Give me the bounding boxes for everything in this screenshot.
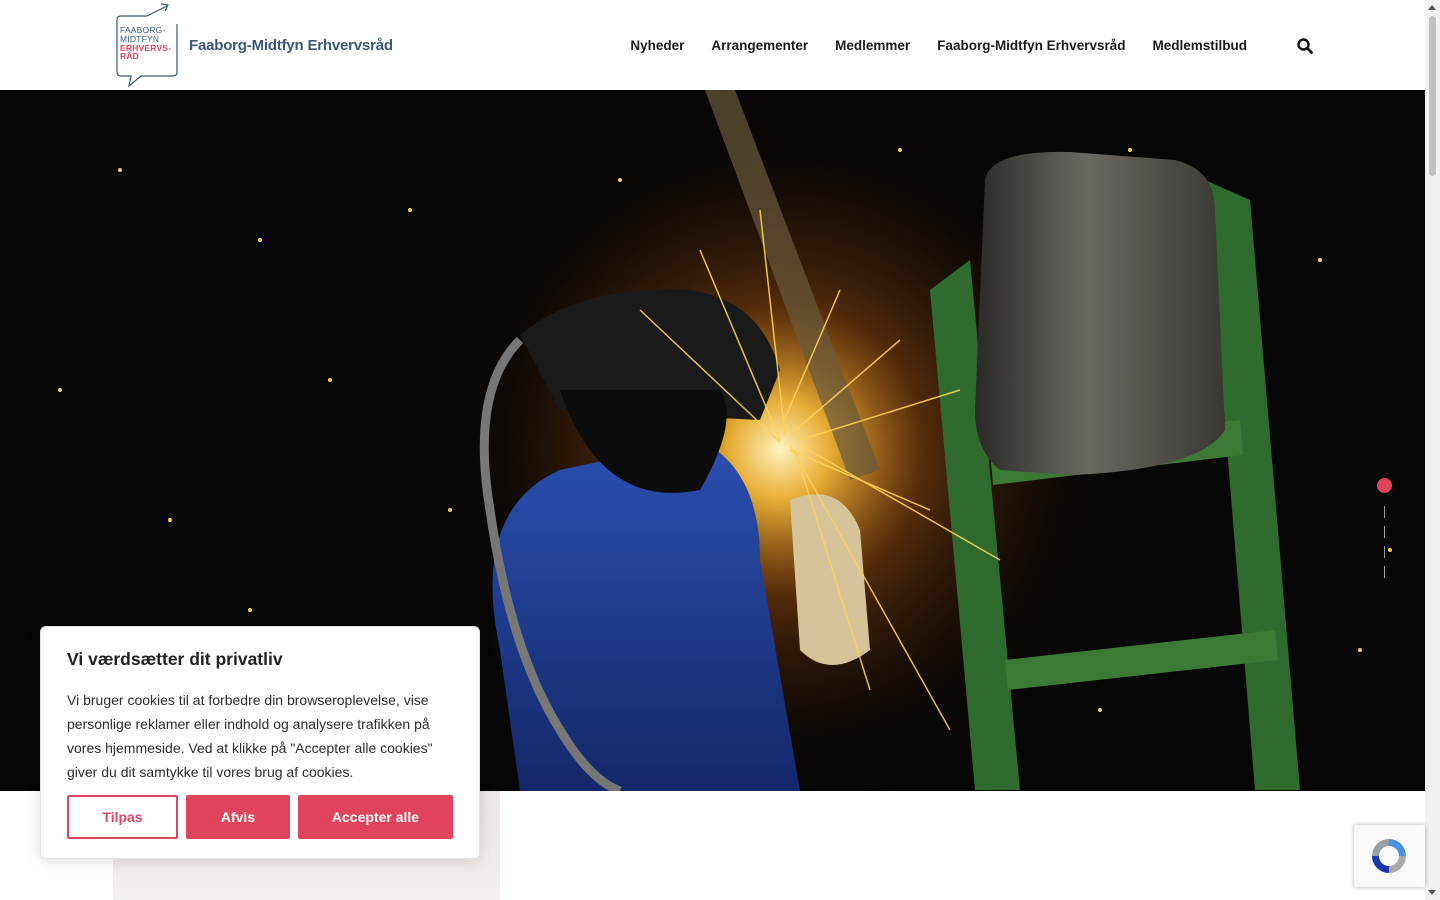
scroll-down-arrow-icon[interactable]	[1428, 890, 1436, 895]
nav-item-medlemmer[interactable]: Medlemmer	[835, 38, 910, 53]
nav-item-nyheder[interactable]: Nyheder	[630, 38, 684, 53]
customize-button[interactable]: Tilpas	[67, 795, 178, 839]
site-logo[interactable]: FAABORG- MIDTFYN ERHVERVS- RÅD Faaborg-M…	[113, 2, 393, 88]
slider-dot[interactable]	[1384, 566, 1385, 578]
slider-pagination	[1377, 478, 1393, 588]
page-scrollbar[interactable]	[1425, 0, 1440, 900]
reject-button[interactable]: Afvis	[186, 795, 290, 839]
slider-dot-active[interactable]	[1377, 478, 1392, 493]
accept-all-button[interactable]: Accepter alle	[298, 795, 453, 839]
site-header: FAABORG- MIDTFYN ERHVERVS- RÅD Faaborg-M…	[0, 0, 1425, 90]
slider-dot[interactable]	[1384, 506, 1385, 518]
nav-item-erhvervsraad[interactable]: Faaborg-Midtfyn Erhvervsråd	[937, 38, 1125, 53]
nav-item-arrangementer[interactable]: Arrangementer	[711, 38, 808, 53]
site-name[interactable]: Faaborg-Midtfyn Erhvervsråd	[189, 37, 393, 54]
logo-line: RÅD	[120, 51, 140, 62]
search-icon[interactable]	[1296, 37, 1314, 55]
nav-item-medlemstilbud[interactable]: Medlemstilbud	[1152, 38, 1247, 53]
scroll-thumb[interactable]	[1429, 16, 1436, 176]
recaptcha-badge[interactable]	[1354, 825, 1425, 887]
cookie-button-row: Tilpas Afvis Accepter alle	[67, 795, 453, 839]
cookie-title: Vi værdsætter dit privatliv	[67, 649, 283, 669]
slider-dot[interactable]	[1384, 546, 1385, 558]
main-nav: Nyheder Arrangementer Medlemmer Faaborg-…	[630, 38, 1247, 53]
slider-dot[interactable]	[1384, 526, 1385, 538]
cookie-banner: Vi værdsætter dit privatliv Vi bruger co…	[40, 626, 480, 859]
cookie-text: Vi bruger cookies til at forbedre din br…	[67, 692, 433, 780]
recaptcha-icon	[1372, 839, 1406, 873]
logo-speech-bubble-icon: FAABORG- MIDTFYN ERHVERVS- RÅD	[113, 2, 179, 88]
scroll-up-arrow-icon[interactable]	[1428, 5, 1436, 10]
